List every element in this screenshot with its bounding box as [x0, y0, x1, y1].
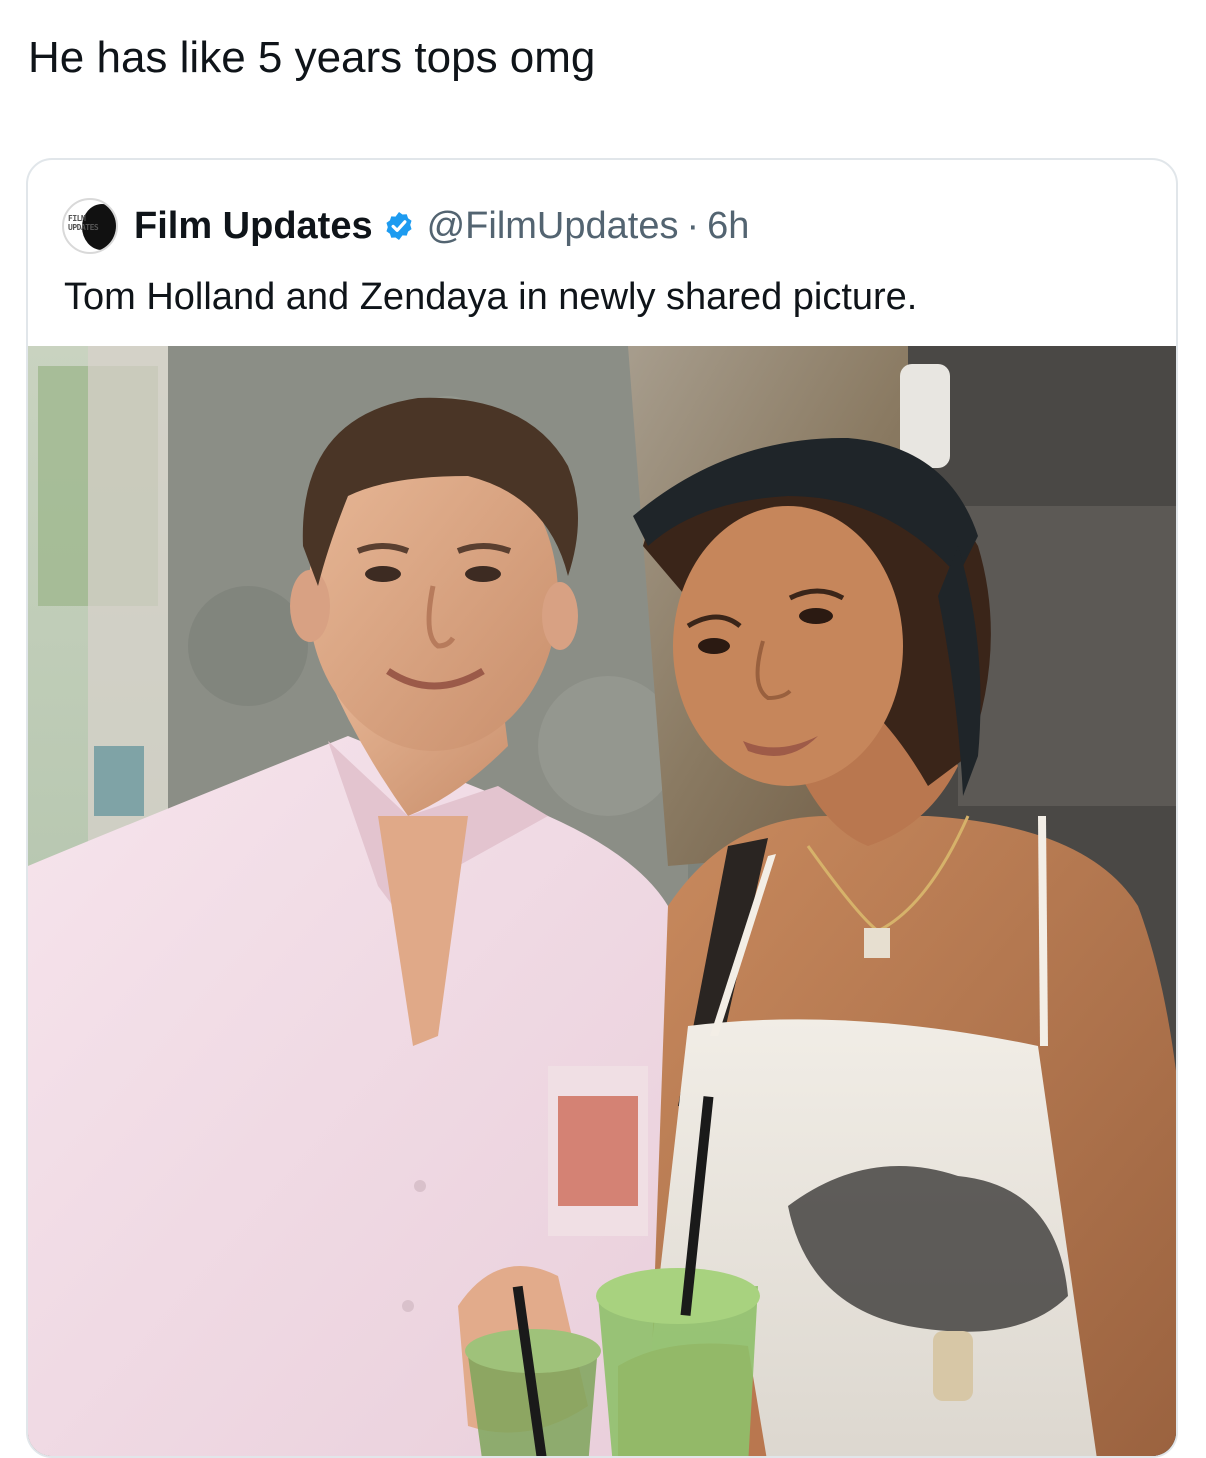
post-caption: He has like 5 years tops omg	[28, 33, 596, 82]
verified-check-icon	[383, 210, 415, 242]
film-updates-logo-icon[interactable]: FILM UPDATES	[62, 198, 118, 254]
quoted-post-text: Tom Holland and Zendaya in newly shared …	[64, 276, 918, 318]
quoted-post-card[interactable]: FILM UPDATES Film Updates @FilmUpdates · …	[26, 158, 1178, 1458]
post-timestamp[interactable]: 6h	[707, 205, 749, 248]
quoted-post-header: FILM UPDATES Film Updates @FilmUpdates · …	[62, 198, 749, 254]
post-photo[interactable]	[28, 346, 1176, 1456]
author-display-name[interactable]: Film Updates	[134, 205, 373, 248]
meta-separator: ·	[686, 204, 700, 247]
author-handle[interactable]: @FilmUpdates	[427, 205, 679, 248]
